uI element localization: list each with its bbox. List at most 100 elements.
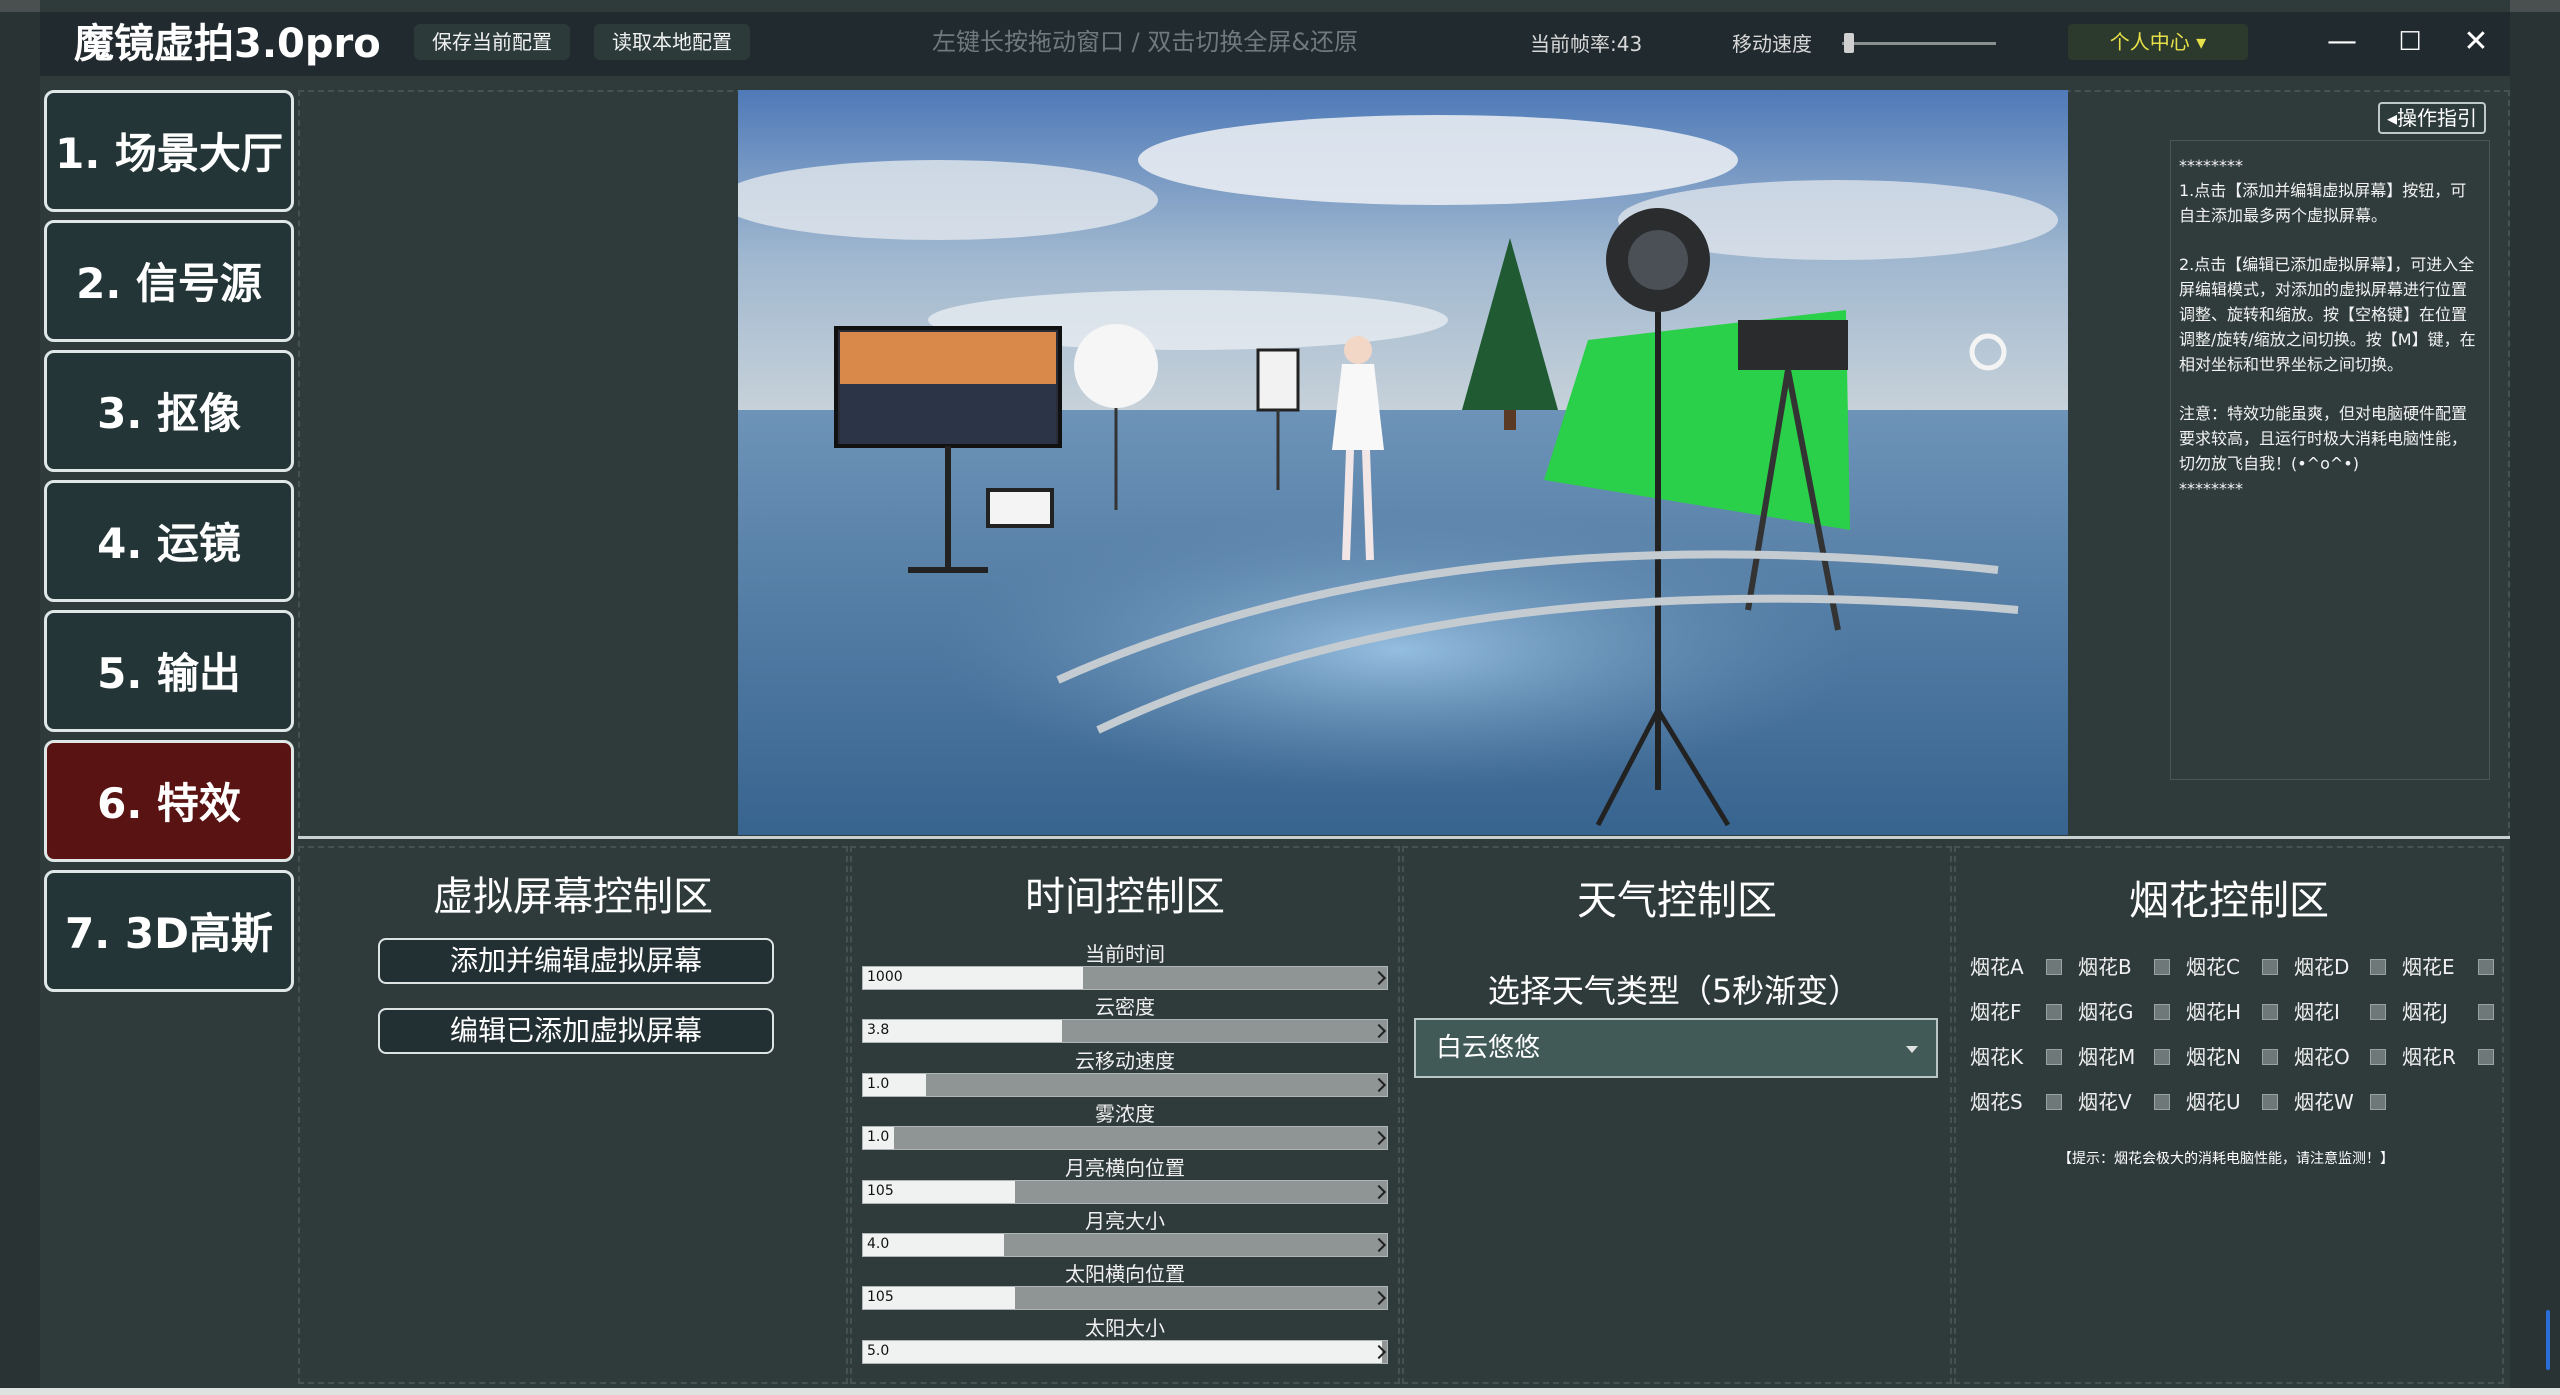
checkbox-box[interactable] [2478, 1049, 2494, 1065]
time-slider-label: 云密度 [1095, 995, 1155, 1019]
checkbox-box[interactable] [2262, 959, 2278, 975]
firework-checkbox[interactable]: 烟花O [2294, 1042, 2386, 1072]
checkbox-box[interactable] [2262, 1004, 2278, 1020]
firework-checkbox[interactable]: 烟花U [2186, 1087, 2278, 1117]
firework-checkbox[interactable]: 烟花H [2186, 997, 2278, 1027]
firework-checkbox[interactable]: 烟花N [2186, 1042, 2278, 1072]
firework-label: 烟花S [1970, 1090, 2023, 1114]
firework-label: 烟花M [2078, 1045, 2136, 1069]
time-slider[interactable]: 3.8 [862, 1019, 1388, 1043]
checkbox-box[interactable] [2262, 1049, 2278, 1065]
firework-checkbox[interactable]: 烟花K [1970, 1042, 2062, 1072]
firework-checkbox[interactable]: 烟花F [1970, 997, 2062, 1027]
firework-label: 烟花G [2078, 1000, 2134, 1024]
firework-checkbox[interactable]: 烟花B [2078, 952, 2170, 982]
nav-effects[interactable]: 6. 特效 [44, 740, 294, 862]
firework-checkbox[interactable]: 烟花W [2294, 1087, 2386, 1117]
move-speed-slider[interactable] [1842, 42, 1996, 45]
firework-label: 烟花J [2402, 1000, 2448, 1024]
firework-label: 烟花I [2294, 1000, 2340, 1024]
fireworks-title: 烟花控制区 [2129, 878, 2329, 924]
guide-step-1: 1.点击【添加并编辑虚拟屏幕】按钮，可自主添加最多两个虚拟屏幕。 [2179, 181, 2467, 225]
firework-checkbox[interactable]: 烟花M [2078, 1042, 2170, 1072]
firework-checkbox[interactable]: 烟花S [1970, 1087, 2062, 1117]
time-slider-label: 云移动速度 [1075, 1049, 1175, 1073]
time-title: 时间控制区 [1025, 874, 1225, 920]
checkbox-box[interactable] [2370, 1004, 2386, 1020]
close-icon[interactable]: ✕ [2456, 22, 2496, 62]
firework-label: 烟花O [2294, 1045, 2350, 1069]
nav-3d-gaussian[interactable]: 7. 3D高斯 [44, 870, 294, 992]
nav-keying[interactable]: 3. 抠像 [44, 350, 294, 472]
firework-checkbox[interactable]: 烟花C [2186, 952, 2278, 982]
add-virtual-screen-button[interactable]: 添加并编辑虚拟屏幕 [378, 938, 774, 984]
drag-hint: 左键长按拖动窗口 / 双击切换全屏&还原 [932, 28, 1359, 56]
slider-value: 4.0 [867, 1236, 890, 1252]
checkbox-box[interactable] [2478, 959, 2494, 975]
checkbox-box[interactable] [2046, 1094, 2062, 1110]
firework-label: 烟花A [1970, 955, 2024, 979]
firework-label: 烟花H [2186, 1000, 2242, 1024]
save-config-button[interactable]: 保存当前配置 [414, 24, 570, 60]
scrollbar[interactable] [2546, 1310, 2550, 1370]
nav-signal-source[interactable]: 2. 信号源 [44, 220, 294, 342]
firework-label: 烟花U [2186, 1090, 2241, 1114]
guide-stars: ******** [2179, 156, 2243, 175]
slider-value: 1.0 [867, 1076, 890, 1092]
checkbox-box[interactable] [2370, 1049, 2386, 1065]
time-slider[interactable]: 1.0 [862, 1126, 1388, 1150]
section-divider [298, 836, 2510, 839]
time-slider[interactable]: 5.0 [862, 1340, 1388, 1364]
nav-output[interactable]: 5. 输出 [44, 610, 294, 732]
nav-scene-hall[interactable]: 1. 场景大厅 [44, 90, 294, 212]
edit-virtual-screen-button[interactable]: 编辑已添加虚拟屏幕 [378, 1008, 774, 1054]
time-slider-label: 月亮横向位置 [1065, 1156, 1185, 1180]
minimize-icon[interactable]: — [2322, 22, 2362, 62]
checkbox-box[interactable] [2154, 1049, 2170, 1065]
scene-preview[interactable] [738, 90, 2068, 835]
checkbox-box[interactable] [2154, 1004, 2170, 1020]
title-bar[interactable]: 魔镜虚拍3.0pro 保存当前配置 读取本地配置 左键长按拖动窗口 / 双击切换… [40, 12, 2510, 76]
time-slider[interactable]: 105 [862, 1286, 1388, 1310]
slider-value: 105 [867, 1289, 894, 1305]
resize-grip-icon [1371, 1077, 1387, 1093]
firework-checkbox[interactable]: 烟花R [2402, 1042, 2494, 1072]
time-slider-label: 当前时间 [1085, 942, 1165, 966]
checkbox-box[interactable] [2154, 1094, 2170, 1110]
guide-stars-end: ******** [2179, 479, 2243, 498]
firework-label: 烟花K [1970, 1045, 2024, 1069]
virtual-screen-panel: 虚拟屏幕控制区 [298, 846, 848, 1384]
operation-guide-button[interactable]: ◂操作指引 [2378, 102, 2486, 134]
time-slider[interactable]: 1000 [862, 966, 1388, 990]
firework-checkbox[interactable]: 烟花V [2078, 1087, 2170, 1117]
firework-checkbox[interactable]: 烟花D [2294, 952, 2386, 982]
resize-grip-icon [1371, 1023, 1387, 1039]
bottom-strip [0, 1388, 2560, 1395]
checkbox-box[interactable] [2370, 1094, 2386, 1110]
checkbox-box[interactable] [2262, 1094, 2278, 1110]
time-slider[interactable]: 1.0 [862, 1073, 1388, 1097]
checkbox-box[interactable] [2046, 1049, 2062, 1065]
checkbox-box[interactable] [2046, 959, 2062, 975]
firework-checkbox[interactable]: 烟花E [2402, 952, 2494, 982]
firework-label: 烟花D [2294, 955, 2350, 979]
firework-checkbox[interactable]: 烟花A [1970, 952, 2062, 982]
user-center-dropdown[interactable]: 个人中心 ▾ [2068, 24, 2248, 60]
checkbox-box[interactable] [2046, 1004, 2062, 1020]
chevron-down-icon [1906, 1046, 1918, 1053]
firework-checkbox[interactable]: 烟花I [2294, 997, 2386, 1027]
move-speed-thumb[interactable] [1844, 33, 1854, 53]
checkbox-box[interactable] [2370, 959, 2386, 975]
maximize-icon[interactable]: ☐ [2390, 22, 2430, 62]
load-config-button[interactable]: 读取本地配置 [594, 24, 750, 60]
checkbox-box[interactable] [2154, 959, 2170, 975]
slider-value: 5.0 [867, 1343, 890, 1359]
firework-checkbox[interactable]: 烟花J [2402, 997, 2494, 1027]
nav-camera-motion[interactable]: 4. 运镜 [44, 480, 294, 602]
firework-label: 烟花F [1970, 1000, 2022, 1024]
time-slider[interactable]: 105 [862, 1180, 1388, 1204]
time-slider[interactable]: 4.0 [862, 1233, 1388, 1257]
checkbox-box[interactable] [2478, 1004, 2494, 1020]
firework-checkbox[interactable]: 烟花G [2078, 997, 2170, 1027]
weather-type-select[interactable]: 白云悠悠 [1414, 1018, 1938, 1078]
